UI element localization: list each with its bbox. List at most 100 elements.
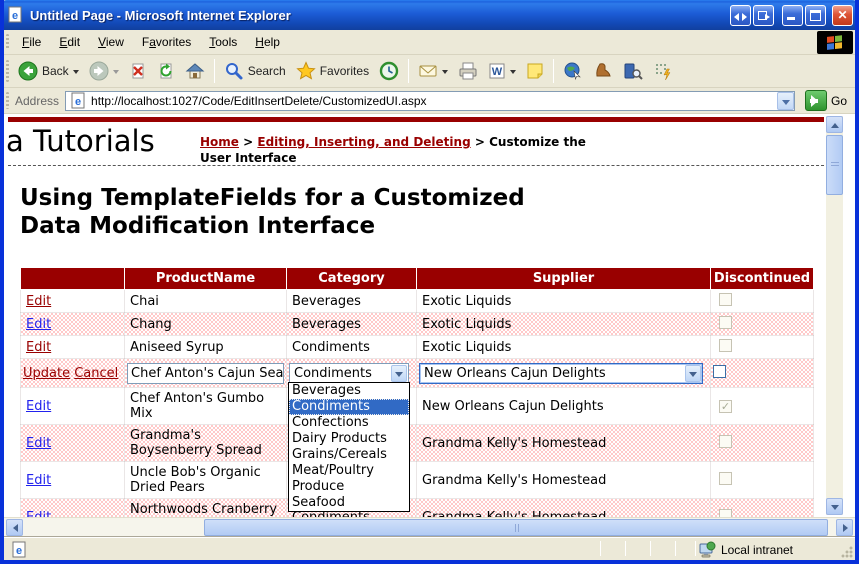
supplier-select-arrow[interactable]	[685, 365, 701, 382]
messenger-icon	[653, 61, 673, 81]
back-label: Back	[42, 64, 69, 78]
edit-with-word-button[interactable]: W	[483, 59, 521, 83]
go-label[interactable]: Go	[831, 94, 847, 108]
forward-icon	[89, 61, 109, 81]
favorites-button[interactable]: Favorites	[291, 58, 374, 84]
edit-link[interactable]: Edit	[26, 317, 51, 332]
discontinued-checkbox	[719, 509, 732, 518]
stop-button[interactable]	[124, 59, 152, 83]
product-name-input[interactable]: Chef Anton's Cajun Sea	[127, 363, 284, 384]
maximize-button[interactable]	[805, 5, 826, 26]
history-clock-icon	[379, 61, 399, 81]
edit-link[interactable]: Edit	[26, 436, 51, 451]
search-label: Search	[248, 64, 286, 78]
mail-button[interactable]	[413, 58, 453, 84]
address-label: Address	[13, 94, 65, 108]
edit-dropdown-caret[interactable]	[510, 70, 516, 77]
messenger-button[interactable]	[648, 58, 678, 84]
discontinued-cell	[711, 313, 814, 336]
update-link[interactable]: Update	[23, 366, 70, 381]
actions-cell: Edit	[21, 313, 125, 336]
product-cell: Aniseed Syrup	[125, 336, 287, 359]
search-button[interactable]: Search	[219, 58, 291, 84]
product-cell: Northwoods Cranberry Sauce	[125, 499, 287, 518]
grid-header-actions	[21, 268, 125, 290]
vertical-scrollbar[interactable]	[826, 116, 843, 515]
edit-link[interactable]: Edit	[26, 340, 51, 355]
resize-grip[interactable]	[840, 545, 853, 558]
discuss-button[interactable]	[521, 59, 549, 83]
edit-link[interactable]: Edit	[26, 399, 51, 414]
supplier-cell: Exotic Liquids	[417, 290, 711, 313]
horizontal-scroll-thumb[interactable]	[204, 519, 828, 536]
category-option[interactable]: Dairy Products	[289, 431, 409, 447]
toolbar-grip[interactable]	[6, 60, 9, 82]
refresh-icon	[157, 62, 175, 80]
menu-item-tools[interactable]: Tools	[200, 32, 246, 52]
svg-text:e: e	[16, 545, 22, 557]
msn-button[interactable]	[558, 58, 588, 84]
category-option[interactable]: Seafood	[289, 495, 409, 511]
address-url[interactable]: http://localhost:1027/Code/EditInsertDel…	[91, 94, 777, 108]
breadcrumb-separator: >	[475, 135, 485, 149]
mail-dropdown-caret[interactable]	[442, 70, 448, 77]
category-option[interactable]: Beverages	[289, 383, 409, 399]
category-option[interactable]: Condiments	[289, 399, 409, 415]
menu-item-view[interactable]: View	[89, 32, 133, 52]
address-dropdown-button[interactable]	[777, 92, 794, 110]
category-option[interactable]: Grains/Cereals	[289, 447, 409, 463]
window-detach-button[interactable]	[753, 5, 774, 26]
address-input[interactable]: e http://localhost:1027/Code/EditInsertD…	[65, 91, 795, 111]
discontinued-edit-cell	[711, 359, 814, 388]
search-icon	[224, 61, 244, 81]
history-button[interactable]	[374, 58, 404, 84]
edit-link[interactable]: Edit	[26, 510, 51, 518]
window-switch-button[interactable]	[730, 5, 751, 26]
close-button[interactable]: ✕	[832, 5, 853, 26]
addressbar-grip[interactable]	[6, 92, 9, 110]
research-button[interactable]	[618, 58, 648, 84]
menu-item-file[interactable]: File	[13, 32, 50, 52]
category-option[interactable]: Meat/Poultry	[289, 463, 409, 479]
edit-link[interactable]: Edit	[26, 294, 51, 309]
page-content: a Tutorials Home > Editing, Inserting, a…	[4, 114, 855, 517]
menubar-grip[interactable]	[6, 34, 9, 51]
breadcrumb-home-link[interactable]: Home	[200, 135, 239, 149]
home-button[interactable]	[180, 58, 210, 84]
category-option[interactable]: Confections	[289, 415, 409, 431]
refresh-button[interactable]	[152, 59, 180, 83]
cancel-link[interactable]: Cancel	[74, 366, 118, 381]
title-bar[interactable]: e Untitled Page - Microsoft Internet Exp…	[0, 0, 859, 30]
category-option[interactable]: Produce	[289, 479, 409, 495]
note-icon	[526, 62, 544, 80]
go-button[interactable]	[805, 90, 827, 111]
grid-row: EditGrandma's Boysenberry SpreadGrandma …	[21, 425, 814, 462]
minimize-button[interactable]	[782, 5, 803, 26]
menu-item-edit[interactable]: Edit	[50, 32, 89, 52]
vertical-scroll-thumb[interactable]	[826, 135, 843, 195]
discontinued-cell: ✓	[711, 388, 814, 425]
address-bar: Address e http://localhost:1027/Code/Edi…	[4, 88, 855, 114]
menu-item-favorites[interactable]: Favorites	[133, 32, 200, 52]
menu-item-help[interactable]: Help	[246, 32, 289, 52]
supplier-cell: Exotic Liquids	[417, 313, 711, 336]
scroll-down-button[interactable]	[826, 498, 843, 515]
category-select[interactable]: Condiments	[289, 363, 409, 384]
supplier-select[interactable]: New Orleans Cajun Delights	[419, 363, 703, 384]
extension-button[interactable]	[588, 58, 618, 84]
grid-edit-row: Update Cancel Chef Anton's Cajun SeaCondi…	[21, 359, 814, 388]
horizontal-scrollbar[interactable]	[4, 517, 855, 536]
discontinued-checkbox[interactable]	[713, 365, 726, 378]
category-select-arrow[interactable]	[391, 365, 407, 382]
breadcrumb-section-link[interactable]: Editing, Inserting, and Deleting	[257, 135, 470, 149]
back-dropdown-caret[interactable]	[73, 70, 79, 77]
scroll-up-button[interactable]	[826, 116, 843, 133]
scroll-left-button[interactable]	[6, 519, 23, 536]
print-button[interactable]	[453, 58, 483, 84]
forward-dropdown-caret[interactable]	[113, 70, 119, 77]
scroll-right-button[interactable]	[836, 519, 853, 536]
forward-button[interactable]	[84, 58, 124, 84]
back-button[interactable]: Back	[13, 58, 84, 84]
edit-link[interactable]: Edit	[26, 473, 51, 488]
toolbar-separator	[214, 59, 215, 83]
